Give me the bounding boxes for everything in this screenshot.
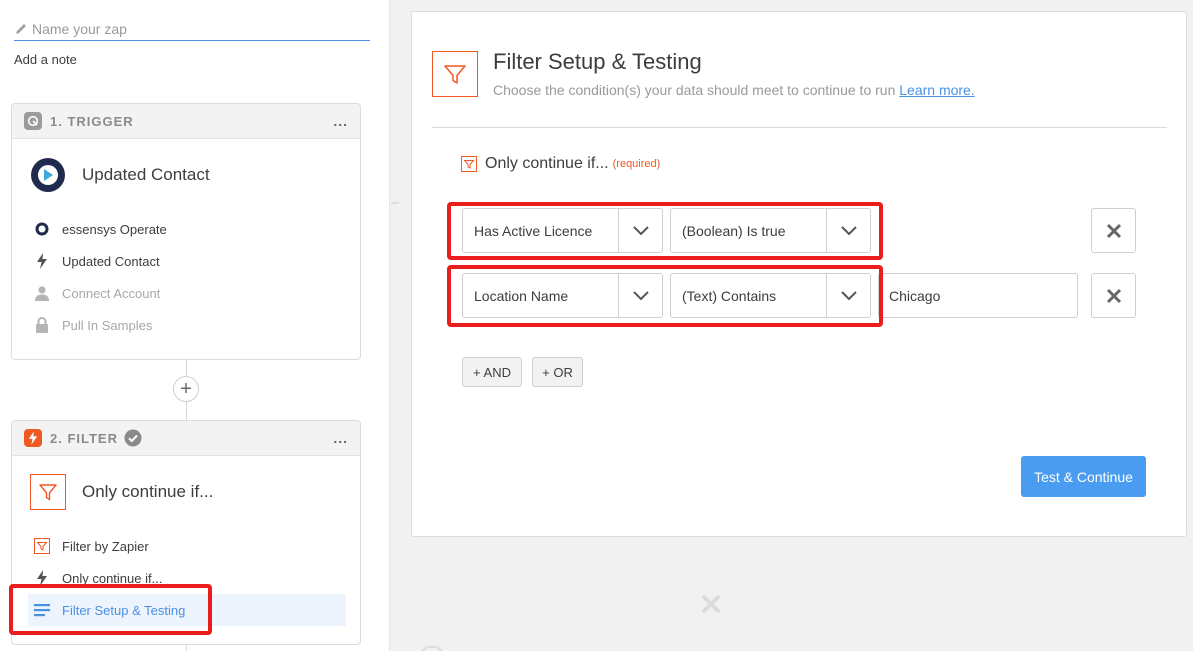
trigger-step-header[interactable]: 1. TRIGGER ... bbox=[12, 104, 360, 139]
filter-icon bbox=[34, 538, 50, 554]
essensys-app-icon bbox=[34, 221, 50, 237]
canvas-connector bbox=[391, 202, 399, 204]
filter-icon bbox=[461, 156, 477, 172]
learn-more-link[interactable]: Learn more. bbox=[899, 82, 974, 98]
condition-operator-value: (Boolean) Is true bbox=[682, 222, 786, 239]
divider bbox=[432, 127, 1167, 128]
substep-connect-account[interactable]: Connect Account bbox=[28, 277, 360, 309]
test-continue-button[interactable]: Test & Continue bbox=[1021, 456, 1146, 497]
substep-only-continue-if[interactable]: Only continue if... bbox=[28, 562, 360, 594]
substep-label: essensys Operate bbox=[62, 221, 167, 237]
condition-field-value: Has Active Licence bbox=[474, 222, 593, 239]
condition-field-value: Location Name bbox=[474, 287, 569, 304]
filter-substeps: Filter by Zapier Only continue if... Fil… bbox=[12, 528, 360, 626]
bolt-icon bbox=[34, 570, 50, 586]
zap-editor-sidebar: Add a note 1. TRIGGER ... Updated Contac… bbox=[0, 0, 390, 651]
substep-label: Filter by Zapier bbox=[62, 538, 149, 554]
filter-step-header[interactable]: 2. FILTER ... bbox=[12, 421, 360, 456]
panel-title: Filter Setup & Testing bbox=[493, 49, 702, 74]
condition-field-select[interactable]: Has Active Licence bbox=[462, 208, 663, 253]
condition-field-select[interactable]: Location Name bbox=[462, 273, 663, 318]
panel-subtitle-text: Choose the condition(s) your data should… bbox=[493, 82, 896, 98]
trigger-substeps: essensys Operate Updated Contact Connect… bbox=[12, 211, 360, 341]
step-connector bbox=[186, 402, 187, 420]
filter-step-menu[interactable]: ... bbox=[333, 430, 348, 446]
filter-step-title: Only continue if... bbox=[82, 482, 214, 501]
remove-condition-button[interactable] bbox=[1091, 208, 1136, 253]
substep-choose-trigger[interactable]: Updated Contact bbox=[28, 245, 360, 277]
panel-subtitle: Choose the condition(s) your data should… bbox=[493, 82, 975, 98]
substep-choose-app[interactable]: essensys Operate bbox=[28, 213, 360, 245]
filter-step-summary[interactable]: Only continue if... bbox=[12, 456, 360, 528]
required-tag: (required) bbox=[612, 158, 661, 170]
condition-value-input[interactable]: Chicago bbox=[878, 273, 1078, 318]
chevron-down-icon[interactable] bbox=[826, 274, 870, 317]
filter-step-label: 2. FILTER bbox=[50, 430, 118, 446]
zap-name-input[interactable] bbox=[32, 21, 352, 37]
pencil-icon bbox=[16, 24, 26, 34]
add-and-condition-button[interactable]: + AND bbox=[462, 357, 522, 387]
substep-label: Connect Account bbox=[62, 285, 161, 301]
essensys-app-icon bbox=[31, 158, 65, 192]
add-note-link[interactable]: Add a note bbox=[14, 52, 77, 67]
user-icon bbox=[34, 285, 50, 301]
step-connector bbox=[186, 645, 187, 651]
condition-operator-select[interactable]: (Boolean) Is true bbox=[670, 208, 871, 253]
trigger-step-label: 1. TRIGGER bbox=[50, 113, 134, 129]
chevron-down-icon[interactable] bbox=[826, 209, 870, 252]
check-circle-icon bbox=[124, 429, 142, 447]
filter-setup-panel: Filter Setup & Testing Choose the condit… bbox=[411, 11, 1187, 537]
remove-condition-button[interactable] bbox=[1091, 273, 1136, 318]
canvas-decoration bbox=[420, 646, 444, 651]
substep-label: Updated Contact bbox=[62, 253, 160, 269]
only-continue-heading: Only continue if... (required) bbox=[461, 155, 660, 173]
trigger-step-menu[interactable]: ... bbox=[333, 113, 348, 129]
bolt-icon bbox=[34, 253, 50, 269]
close-icon bbox=[1106, 223, 1121, 238]
lock-icon bbox=[34, 317, 50, 333]
substep-filter-setup-testing[interactable]: Filter Setup & Testing bbox=[28, 594, 346, 626]
add-step-button[interactable]: + bbox=[173, 376, 199, 402]
condition-operator-select[interactable]: (Text) Contains bbox=[670, 273, 871, 318]
close-icon bbox=[702, 595, 720, 613]
zap-name-field[interactable] bbox=[14, 18, 370, 41]
trigger-step-card[interactable]: 1. TRIGGER ... Updated Contact essensys … bbox=[11, 103, 361, 360]
step-connector bbox=[186, 360, 187, 376]
substep-pull-in-samples[interactable]: Pull In Samples bbox=[28, 309, 360, 341]
trigger-step-summary[interactable]: Updated Contact bbox=[12, 139, 360, 211]
substep-label: Filter Setup & Testing bbox=[62, 602, 186, 618]
substep-filter-by-zapier[interactable]: Filter by Zapier bbox=[28, 530, 360, 562]
chevron-down-icon[interactable] bbox=[618, 209, 662, 252]
bolt-icon bbox=[24, 429, 42, 447]
list-icon bbox=[34, 602, 50, 618]
condition-operator-value: (Text) Contains bbox=[682, 287, 777, 304]
trigger-step-title: Updated Contact bbox=[82, 165, 210, 184]
only-continue-label: Only continue if... bbox=[485, 155, 609, 172]
add-or-condition-button[interactable]: + OR bbox=[532, 357, 583, 387]
chevron-down-icon[interactable] bbox=[618, 274, 662, 317]
filter-step-card[interactable]: 2. FILTER ... Only continue if... Filter… bbox=[11, 420, 361, 645]
filter-icon bbox=[432, 51, 478, 97]
filter-icon bbox=[30, 474, 66, 510]
substep-label: Only continue if... bbox=[62, 570, 163, 586]
substep-label: Pull In Samples bbox=[62, 317, 153, 333]
close-icon bbox=[1106, 288, 1121, 303]
trigger-icon bbox=[24, 112, 42, 130]
